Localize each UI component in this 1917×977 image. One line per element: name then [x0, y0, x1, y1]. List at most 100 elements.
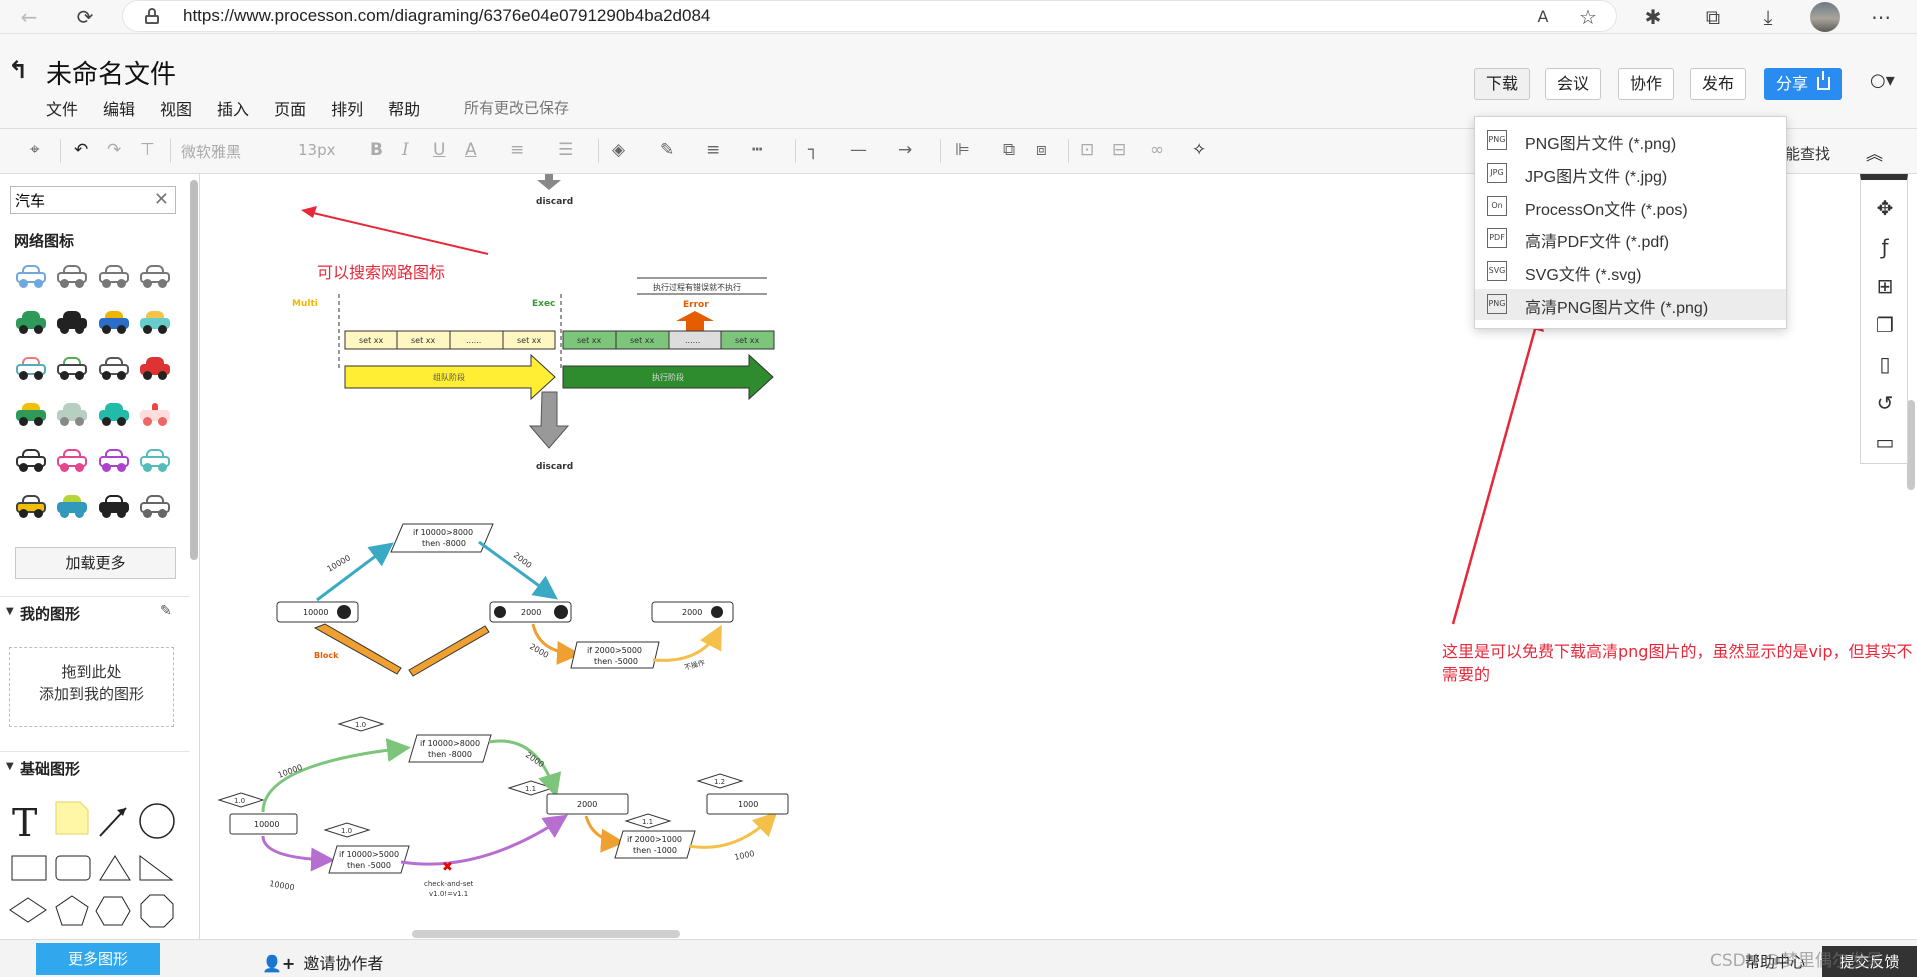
pentagon-shape[interactable] — [55, 895, 89, 926]
edge-arrow[interactable] — [584, 815, 625, 853]
meeting-button[interactable]: 会议 — [1545, 68, 1601, 100]
crop-icon[interactable]: ⊞ — [1873, 274, 1897, 298]
rounded-rectangle-shape[interactable] — [55, 855, 91, 881]
download-png-item[interactable]: PNG PNG图片文件 (*.png) — [1475, 125, 1786, 156]
comment-icon[interactable]: ▭ — [1873, 430, 1897, 454]
edge-arrow[interactable] — [261, 738, 411, 813]
triangle-shape[interactable] — [99, 855, 131, 881]
note-shape[interactable] — [55, 801, 89, 835]
block-arrow[interactable] — [408, 625, 490, 677]
shape-search-input[interactable] — [11, 187, 141, 213]
connector-icon[interactable]: ┐ — [808, 140, 818, 160]
download-hd-png-item[interactable]: PNG 高清PNG图片文件 (*.png) — [1475, 289, 1786, 320]
share-button[interactable]: 分享 — [1764, 68, 1842, 100]
collab-button[interactable]: 协作 — [1618, 68, 1674, 100]
favorite-star-icon[interactable]: ☆ — [1575, 4, 1601, 30]
right-triangle-shape[interactable] — [139, 855, 174, 881]
download-button[interactable]: 下载 — [1474, 68, 1530, 100]
car-icon[interactable] — [14, 448, 48, 472]
car-icon[interactable] — [97, 402, 131, 426]
ungroup-icon[interactable]: ⧈ — [1036, 140, 1047, 160]
read-aloud-icon[interactable]: A — [1530, 4, 1556, 30]
car-icon[interactable] — [138, 448, 172, 472]
car-icon[interactable] — [55, 402, 89, 426]
font-family-select[interactable]: 微软雅黑 — [181, 141, 241, 162]
car-icon[interactable] — [55, 448, 89, 472]
reload-icon[interactable]: ⟳ — [72, 4, 98, 30]
fill-color-icon[interactable]: ◈ — [612, 140, 625, 160]
car-icon[interactable] — [14, 402, 48, 426]
brush-icon[interactable]: ⊤ — [140, 140, 155, 160]
car-icon[interactable] — [97, 356, 131, 380]
address-bar[interactable]: https://www.processon.com/diagraming/637… — [122, 0, 1617, 32]
line-type-icon[interactable]: — — [850, 140, 867, 160]
edge-arrow[interactable] — [688, 811, 778, 849]
text-shape[interactable]: T — [12, 801, 37, 845]
discard-arrow[interactable] — [528, 391, 570, 449]
font-color-icon[interactable]: A — [465, 140, 477, 160]
edge-arrow[interactable] — [400, 814, 568, 866]
menu-file[interactable]: 文件 — [46, 96, 78, 120]
line-style-icon[interactable]: ┅ — [752, 140, 762, 160]
basic-shapes-header[interactable]: ▼ 基础图形 — [0, 751, 190, 781]
car-icon[interactable] — [97, 494, 131, 518]
car-icon[interactable] — [138, 264, 172, 288]
collections-icon[interactable]: ⧉ — [1700, 4, 1726, 30]
car-icon[interactable] — [14, 494, 48, 518]
car-icon[interactable] — [55, 264, 89, 288]
car-icon[interactable] — [138, 494, 172, 518]
clear-search-icon[interactable]: ✕ — [154, 189, 169, 210]
italic-icon[interactable]: I — [402, 140, 409, 160]
find-label[interactable]: 能查找 — [1785, 143, 1830, 164]
align-icon[interactable]: ≡ — [510, 140, 524, 160]
edge-arrow[interactable] — [261, 835, 335, 872]
align-shapes-icon[interactable]: ⊫ — [955, 140, 970, 160]
download-pdf-item[interactable]: PDF 高清PDF文件 (*.pdf) — [1475, 223, 1786, 254]
edit-icon[interactable]: ✎ — [160, 603, 172, 619]
car-icon[interactable] — [97, 448, 131, 472]
menu-edit[interactable]: 编辑 — [103, 96, 135, 120]
menu-arrange[interactable]: 排列 — [331, 96, 363, 120]
block-arrow[interactable] — [313, 623, 402, 675]
car-icon[interactable] — [138, 402, 172, 426]
diamond-shape[interactable] — [9, 897, 47, 923]
my-shapes-header[interactable]: ▼ 我的图形 ✎ — [0, 596, 190, 626]
rectangle-shape[interactable] — [11, 855, 47, 881]
document-title[interactable]: 未命名文件 — [46, 54, 176, 91]
font-size-select[interactable]: 13px — [298, 141, 336, 159]
edge-arrow[interactable] — [652, 624, 722, 662]
redo-icon[interactable]: ↷ — [107, 140, 121, 160]
discard-arrow-top[interactable] — [537, 174, 561, 190]
more-icon[interactable]: ⋯ — [1868, 4, 1894, 30]
load-more-button[interactable]: 加载更多 — [15, 547, 176, 579]
menu-view[interactable]: 视图 — [160, 96, 192, 120]
menu-insert[interactable]: 插入 — [217, 96, 249, 120]
vertical-scrollbar[interactable] — [1907, 400, 1915, 490]
publish-button[interactable]: 发布 — [1690, 68, 1746, 100]
magic-wand-icon[interactable]: ✧ — [1192, 140, 1206, 160]
edge-arrow[interactable] — [478, 540, 558, 600]
car-icon[interactable] — [138, 356, 172, 380]
formula-icon[interactable]: ƒ — [1873, 235, 1897, 259]
lock-shape-icon[interactable]: ⊡ — [1080, 140, 1094, 160]
pages-icon[interactable]: ❐ — [1873, 313, 1897, 337]
car-icon[interactable] — [138, 310, 172, 334]
hexagon-shape[interactable] — [95, 896, 131, 926]
navigator-icon[interactable]: ✥ — [1873, 196, 1897, 220]
line-color-icon[interactable]: ✎ — [660, 140, 674, 160]
download-icon[interactable]: ⤓ — [1755, 4, 1781, 30]
history-icon[interactable]: ↺ — [1873, 391, 1897, 415]
underline-icon[interactable]: U — [433, 140, 445, 160]
profile-avatar[interactable] — [1810, 2, 1840, 32]
download-pos-item[interactable]: On ProcessOn文件 (*.pos) — [1475, 191, 1786, 222]
invite-collaborator[interactable]: 👤+ 邀请协作者 — [262, 950, 383, 974]
undo-icon[interactable]: ↶ — [74, 140, 88, 160]
car-icon[interactable] — [55, 310, 89, 334]
car-icon[interactable] — [97, 264, 131, 288]
octagon-shape[interactable] — [140, 894, 174, 928]
download-jpg-item[interactable]: JPG JPG图片文件 (*.jpg) — [1475, 158, 1786, 189]
sidebar-scrollbar[interactable] — [190, 180, 198, 560]
unlock-shape-icon[interactable]: ⊟ — [1112, 140, 1126, 160]
link-icon[interactable]: ∞ — [1150, 140, 1164, 160]
format-painter-icon[interactable]: ⌖ — [30, 140, 40, 160]
